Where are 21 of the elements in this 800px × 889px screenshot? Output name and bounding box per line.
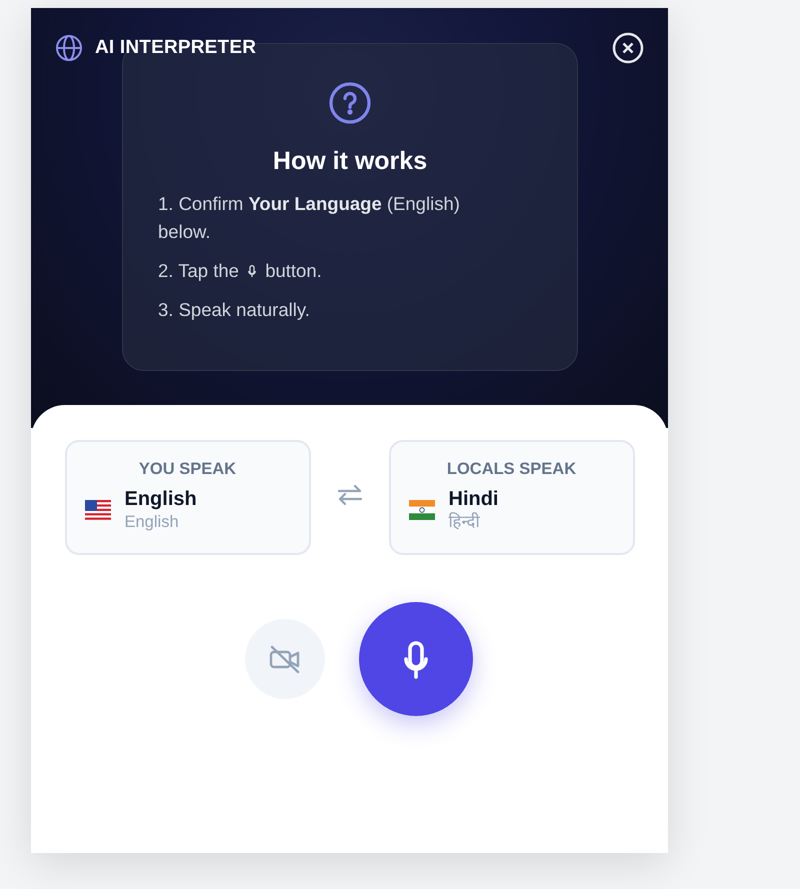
step-text: 1. Confirm Your Language (English) below.: [158, 192, 461, 244]
app-title: AI INTERPRETER: [95, 37, 256, 59]
step-text: 2. Tap the button.: [158, 259, 323, 283]
language-name: Hindi: [448, 487, 498, 511]
language-label: LOCALS SPEAK: [446, 460, 578, 479]
camera-off-icon: [268, 644, 302, 674]
step-text: 3. Speak naturally.: [158, 298, 311, 322]
flag-icon: [408, 500, 434, 520]
help-icon: [328, 81, 372, 125]
language-name: English: [124, 487, 197, 511]
mic-icon: [246, 263, 258, 279]
native-name: हिन्दी: [448, 511, 481, 533]
flag-icon: [84, 500, 110, 520]
language-card[interactable]: LOCALS SPEAK Hindi हिन्दी: [388, 440, 634, 555]
globe-icon: [55, 34, 83, 62]
card-title: How it works: [272, 147, 428, 176]
language-label: YOU SPEAK: [138, 460, 238, 479]
close-button[interactable]: [612, 32, 644, 64]
native-name: English: [124, 512, 180, 533]
swap-icon[interactable]: [336, 484, 362, 506]
language-card[interactable]: YOU SPEAK English English: [64, 440, 310, 555]
